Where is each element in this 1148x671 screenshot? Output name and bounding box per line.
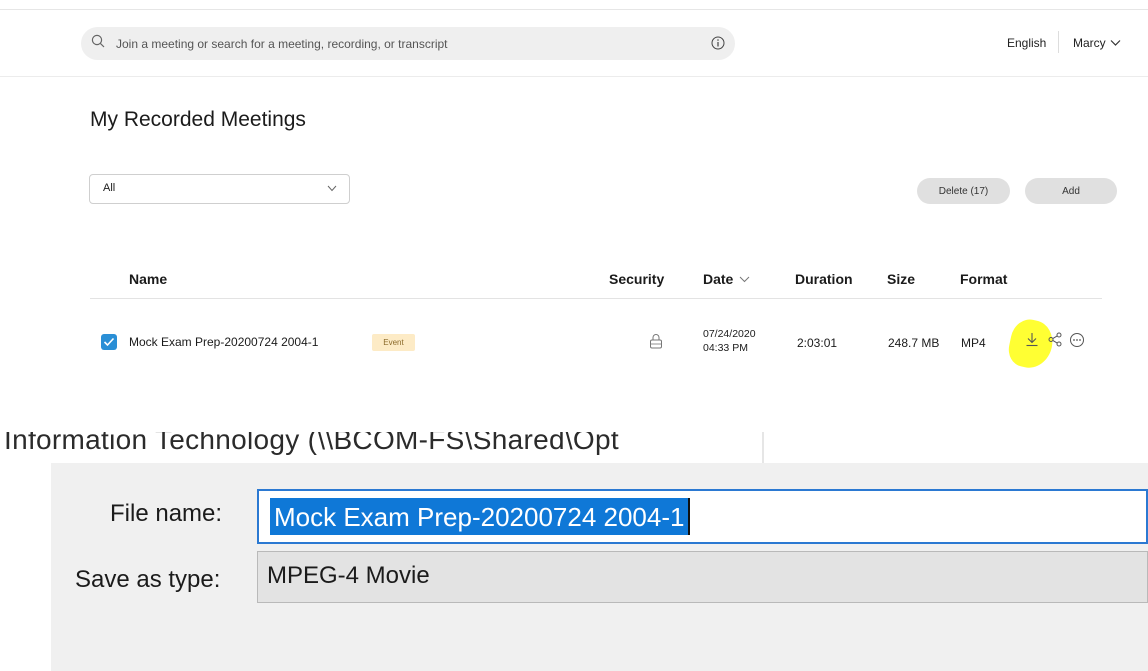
chevron-down-icon bbox=[1110, 40, 1121, 46]
recording-date-day: 07/24/2020 bbox=[703, 328, 756, 340]
recordings-page: Join a meeting or search for a meeting, … bbox=[0, 0, 1148, 432]
row-checkbox[interactable] bbox=[101, 334, 117, 350]
column-header-format[interactable]: Format bbox=[960, 271, 1007, 287]
filter-value: All bbox=[103, 182, 116, 194]
column-header-duration[interactable]: Duration bbox=[795, 271, 853, 287]
chevron-down-icon bbox=[327, 185, 337, 192]
recording-date: 07/24/2020 04:33 PM bbox=[703, 327, 756, 355]
column-header-name[interactable]: Name bbox=[129, 271, 167, 287]
lock-icon bbox=[650, 334, 662, 349]
delete-button[interactable]: Delete (17) bbox=[917, 178, 1010, 204]
event-badge: Event bbox=[372, 334, 415, 351]
language-selector[interactable]: English bbox=[1007, 36, 1046, 50]
file-name-input[interactable]: Mock Exam Prep-20200724 2004-1 bbox=[257, 489, 1148, 544]
top-divider bbox=[0, 9, 1148, 10]
save-dialog: File name: Mock Exam Prep-20200724 2004-… bbox=[51, 463, 1148, 671]
text-caret bbox=[688, 498, 690, 535]
column-header-date-label: Date bbox=[703, 271, 734, 287]
search-bar[interactable]: Join a meeting or search for a meeting, … bbox=[81, 27, 735, 60]
folder-path-bar[interactable]: Information Technology (\\BCOM-FS\Shared… bbox=[0, 432, 764, 463]
download-icon[interactable] bbox=[1025, 332, 1039, 347]
recording-name-link[interactable]: Mock Exam Prep-20200724 2004-1 bbox=[129, 335, 318, 349]
column-header-security[interactable]: Security bbox=[609, 271, 664, 287]
checkmark-icon bbox=[103, 337, 115, 347]
save-type-value: MPEG-4 Movie bbox=[267, 562, 430, 589]
page-title: My Recorded Meetings bbox=[90, 108, 306, 131]
folder-bar-edge bbox=[762, 432, 764, 463]
save-type-select[interactable]: MPEG-4 Movie bbox=[257, 551, 1148, 603]
recording-duration: 2:03:01 bbox=[797, 336, 838, 350]
chevron-down-icon bbox=[740, 276, 750, 282]
more-icon[interactable] bbox=[1069, 332, 1085, 348]
info-icon[interactable] bbox=[711, 36, 725, 50]
header-divider bbox=[0, 76, 1148, 77]
column-header-size[interactable]: Size bbox=[887, 271, 915, 287]
share-icon[interactable] bbox=[1048, 332, 1062, 347]
search-input[interactable]: Join a meeting or search for a meeting, … bbox=[116, 37, 448, 51]
file-name-value: Mock Exam Prep-20200724 2004-1 bbox=[270, 498, 689, 535]
recording-date-time: 04:33 PM bbox=[703, 342, 748, 354]
filter-dropdown[interactable]: All bbox=[89, 174, 350, 204]
folder-path-text: Information Technology (\\BCOM-FS\Shared… bbox=[4, 432, 619, 455]
recording-size: 248.7 MB bbox=[888, 336, 940, 350]
search-icon bbox=[91, 34, 105, 48]
file-name-label: File name: bbox=[110, 500, 223, 527]
user-name: Marcy bbox=[1073, 36, 1106, 50]
add-button[interactable]: Add bbox=[1025, 178, 1117, 204]
user-menu[interactable]: Marcy bbox=[1073, 36, 1121, 50]
column-header-date[interactable]: Date bbox=[703, 271, 750, 287]
recording-format: MP4 bbox=[961, 336, 986, 350]
table-header-divider bbox=[90, 298, 1102, 299]
header-separator bbox=[1058, 31, 1059, 53]
save-type-label: Save as type: bbox=[75, 566, 221, 593]
